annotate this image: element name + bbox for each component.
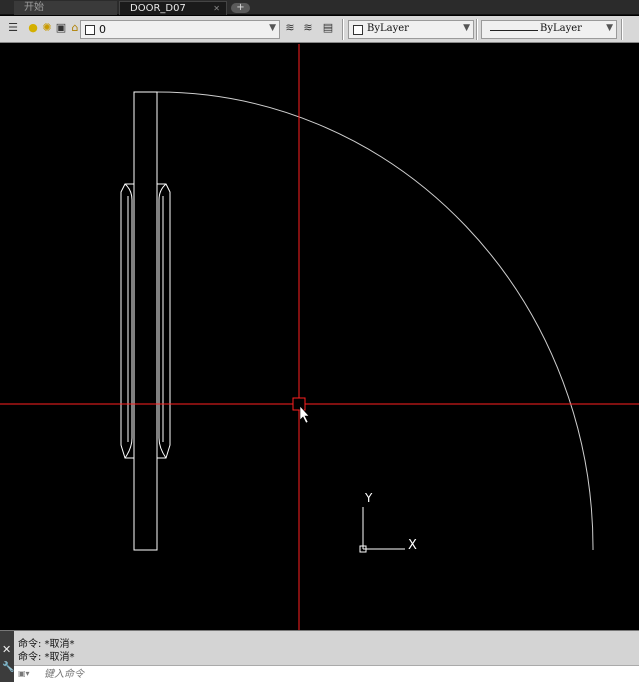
command-history-line: 命令: *取消* <box>18 652 75 663</box>
linetype-dropdown[interactable]: ByLayer ▼ <box>481 20 617 39</box>
wrench-icon[interactable]: 🔧 <box>2 662 14 673</box>
chevron-down-icon: ▼ <box>606 23 613 33</box>
command-prompt-icon[interactable]: ▣▾ <box>18 669 32 680</box>
toolbar-separator <box>621 19 623 40</box>
chevron-down-icon: ▼ <box>463 23 470 33</box>
chevron-down-icon: ▼ <box>269 23 276 33</box>
layers-properties-toolbar: ☰ ● ✺ ▣ ⌂ 0 ▼ ≋ ≋ ▤ ByLayer ▼ ByLayer ▼ <box>0 16 639 43</box>
tab-close-icon[interactable]: ✕ <box>213 2 220 15</box>
door-swing-arc <box>156 91 594 551</box>
command-input[interactable] <box>44 667 624 682</box>
new-tab-button[interactable]: + <box>231 3 250 13</box>
color-value: ByLayer <box>367 23 409 34</box>
command-line-sidebar: ✕ 🔧 <box>0 631 14 682</box>
command-line-window: ✕ 🔧 命令: *取消* 命令: *取消* ▣▾ <box>0 630 639 682</box>
crosshair-pickbox <box>292 397 306 411</box>
close-icon[interactable]: ✕ <box>2 643 11 656</box>
color-dropdown[interactable]: ByLayer ▼ <box>348 20 474 39</box>
layer-dropdown[interactable]: 0 ▼ <box>80 20 280 39</box>
tab-door-d07[interactable]: DOOR_D07 ✕ <box>119 1 227 15</box>
layer-thaw-sun-icon[interactable]: ✺ <box>40 21 54 35</box>
ucs-y-label: Y <box>364 491 373 505</box>
layer-viewport-icon[interactable]: ▣ <box>54 21 68 35</box>
match-layer-icon[interactable]: ≋ <box>301 21 315 35</box>
tab-door-d07-label: DOOR_D07 <box>130 3 186 14</box>
make-current-layer-icon[interactable]: ≋ <box>283 21 297 35</box>
command-input-row: ▣▾ <box>14 665 639 682</box>
layer-on-bulb-icon[interactable]: ● <box>26 21 40 35</box>
layer-properties-icon[interactable]: ☰ <box>6 21 20 35</box>
toolbar-separator <box>342 19 344 40</box>
ucs-icon <box>359 507 405 553</box>
document-tab-bar: 开始 DOOR_D07 ✕ + <box>0 0 639 15</box>
color-swatch <box>353 25 363 35</box>
layer-previous-icon[interactable]: ▤ <box>321 21 335 35</box>
drawing-svg: Y X <box>0 44 639 630</box>
drawing-canvas[interactable]: Y X <box>0 44 639 630</box>
ucs-x-label: X <box>408 538 417 553</box>
current-layer-name: 0 <box>99 23 106 36</box>
tab-start[interactable]: 开始 <box>14 1 117 15</box>
toolbar-separator <box>476 19 478 40</box>
linetype-sample-line <box>490 30 538 31</box>
linetype-value: ByLayer <box>540 23 582 34</box>
tab-start-label: 开始 <box>24 2 44 13</box>
door-leaf <box>133 91 158 551</box>
layer-color-swatch <box>85 25 95 35</box>
